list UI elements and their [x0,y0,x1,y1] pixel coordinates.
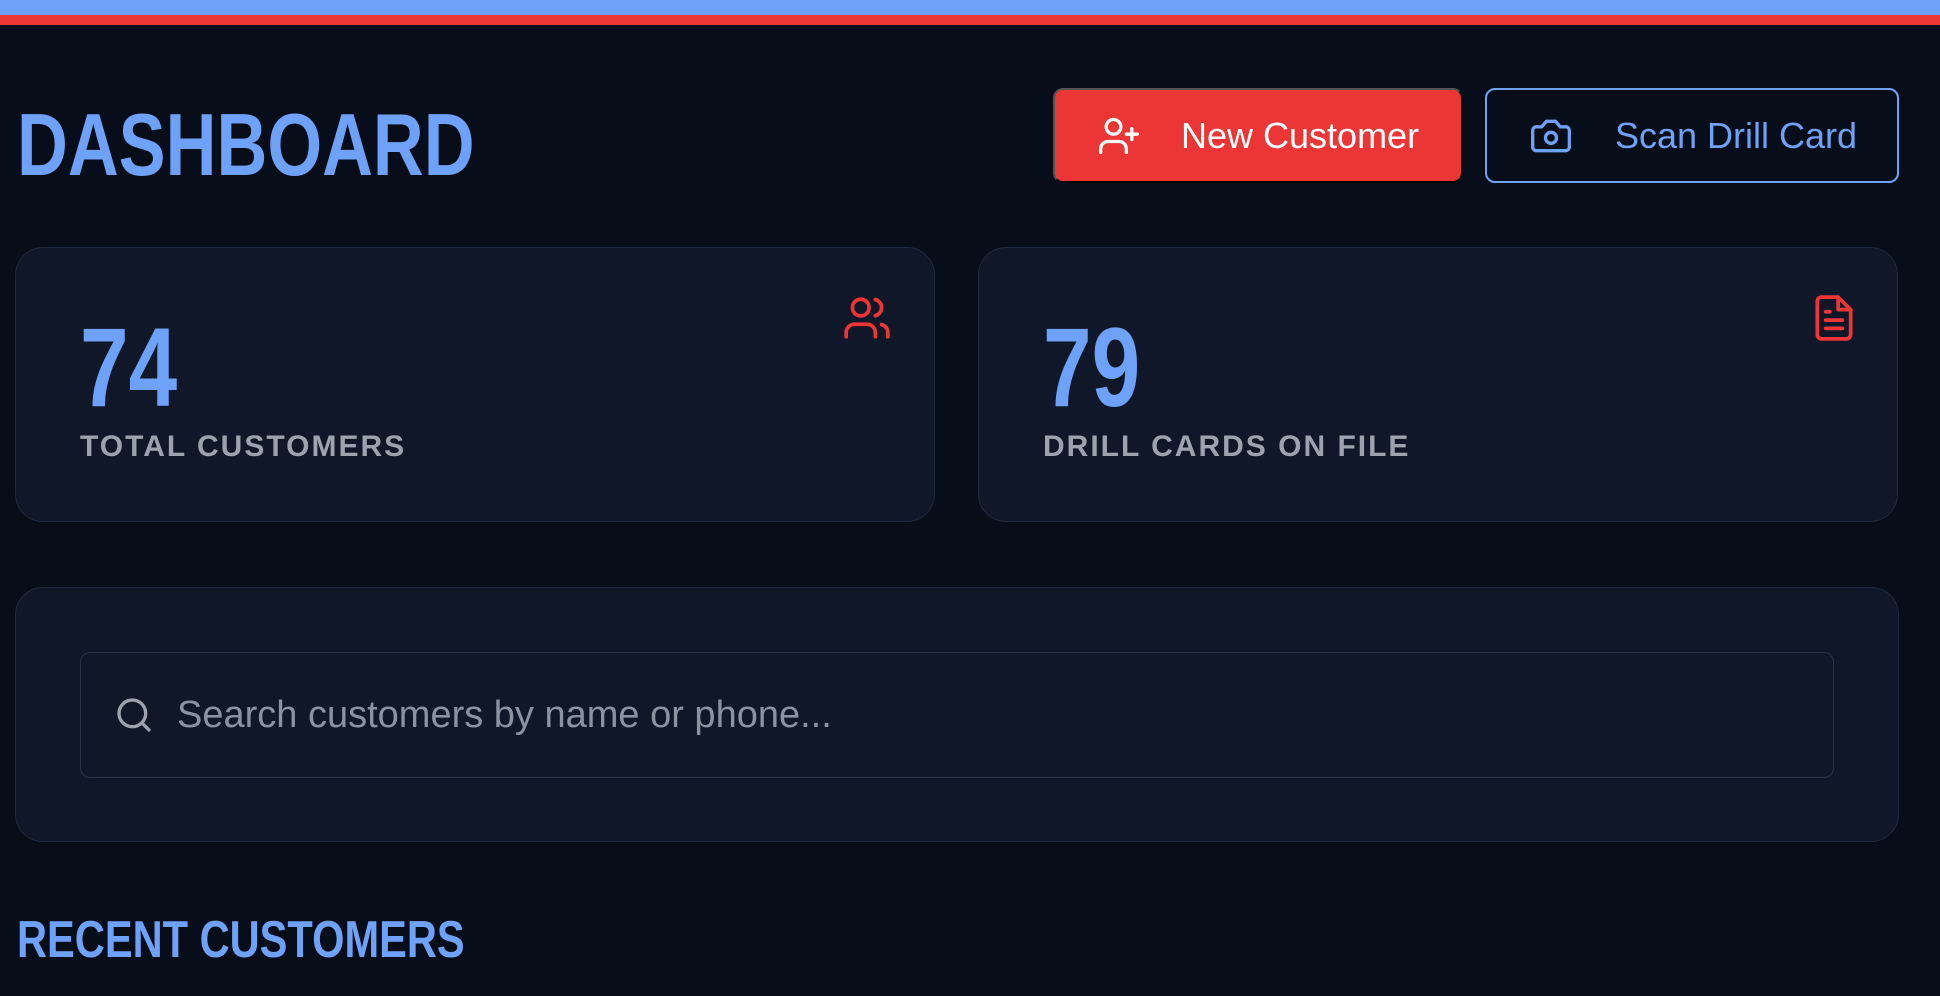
total-customers-card: 74 TOTAL CUSTOMERS [15,247,935,522]
total-customers-value: 74 [80,305,178,430]
page-title: DASHBOARD [17,95,475,194]
dashboard-page: DASHBOARD New Customer Scan Drill Card 7… [15,25,1899,996]
search-icon [114,695,154,735]
drill-cards-value: 79 [1043,305,1141,430]
top-accent-stripe-red [0,15,1940,25]
search-box[interactable] [80,652,1834,778]
recent-customers-heading: RECENT CUSTOMERS [17,911,465,969]
search-panel [15,587,1899,842]
top-accent-stripe-blue [0,0,1940,15]
new-customer-button[interactable]: New Customer [1053,88,1463,183]
search-input[interactable] [177,653,1833,777]
drill-cards-label: DRILL CARDS ON FILE [1043,430,1411,463]
camera-icon [1529,114,1573,158]
new-customer-label: New Customer [1181,114,1420,156]
user-plus-icon [1097,114,1141,158]
users-icon [842,293,892,343]
scan-drill-card-label: Scan Drill Card [1615,114,1858,156]
scan-drill-card-button[interactable]: Scan Drill Card [1485,88,1899,183]
total-customers-label: TOTAL CUSTOMERS [80,430,407,463]
drill-cards-card: 79 DRILL CARDS ON FILE [978,247,1898,522]
file-text-icon [1809,293,1859,343]
